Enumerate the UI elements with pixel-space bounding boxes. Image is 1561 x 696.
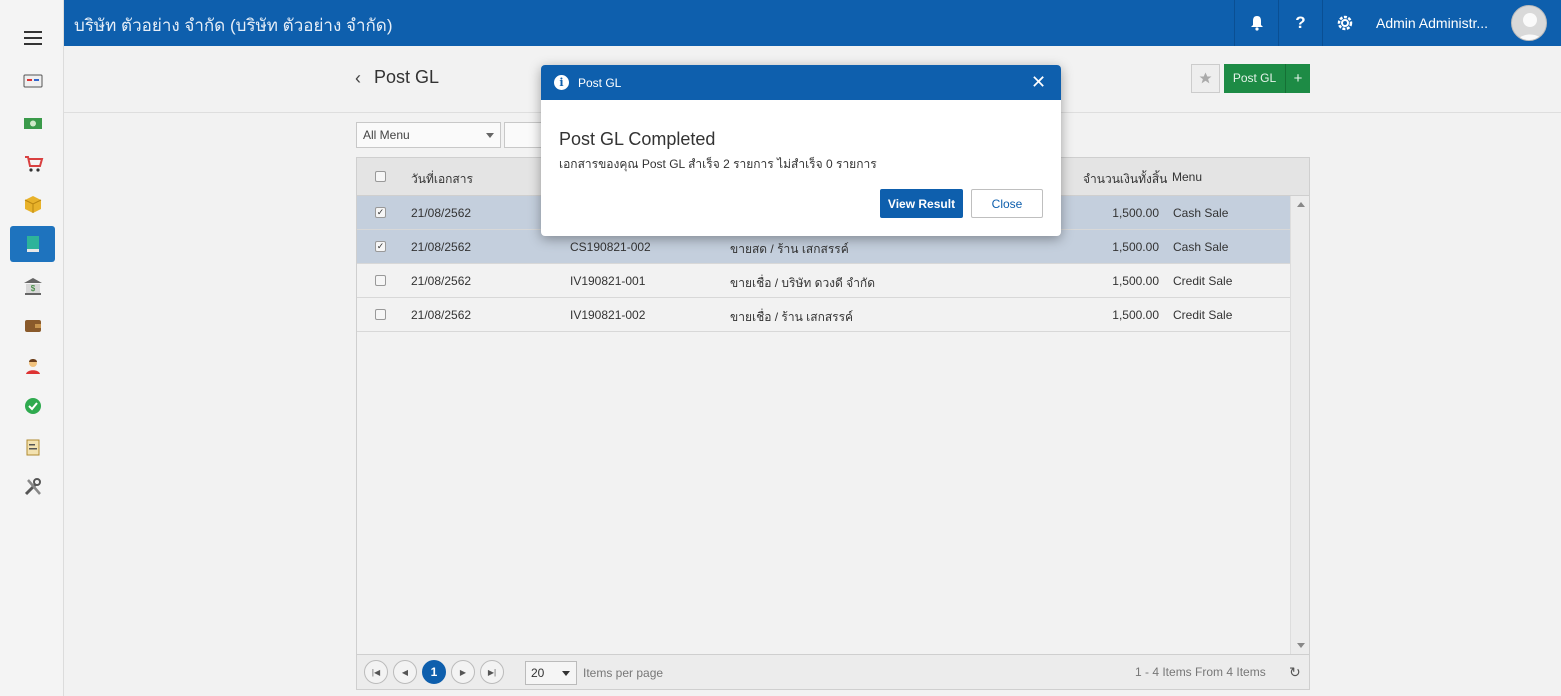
row-checkbox[interactable]: ✓: [375, 241, 386, 252]
wallet-icon[interactable]: [10, 307, 55, 343]
select-all-checkbox[interactable]: [375, 171, 386, 182]
post-gl-label: Post GL: [1224, 64, 1286, 93]
column-date[interactable]: วันที่เอกสาร: [411, 170, 473, 189]
row-checkbox[interactable]: [375, 309, 386, 320]
cell-date: 21/08/2562: [411, 240, 472, 254]
user-name[interactable]: Admin Administr...: [1376, 15, 1488, 31]
check-icon[interactable]: [10, 388, 55, 424]
modal-header: i Post GL ✕: [541, 65, 1061, 100]
cell-amount: 1,500.00: [1112, 206, 1159, 220]
person-icon[interactable]: [10, 348, 55, 384]
last-page-icon[interactable]: ▶|: [480, 660, 504, 684]
cell-menu: Credit Sale: [1173, 308, 1233, 322]
company-title: บริษัท ตัวอย่าง จำกัด (บริษัท ตัวอย่าง จ…: [74, 16, 393, 35]
page-size-select[interactable]: 20: [525, 661, 577, 685]
modal-heading: Post GL Completed: [559, 129, 716, 149]
chevron-down-icon: [562, 671, 570, 676]
settings-icon[interactable]: [1322, 0, 1366, 46]
page-button-current[interactable]: 1: [422, 660, 446, 684]
cell-doc-no: CS190821-002: [570, 240, 651, 254]
cell-date: 21/08/2562: [411, 206, 472, 220]
add-icon[interactable]: +: [1286, 70, 1310, 87]
avatar[interactable]: [1511, 5, 1547, 41]
cell-menu: Credit Sale: [1173, 274, 1233, 288]
scroll-up-icon[interactable]: [1297, 202, 1305, 207]
menu-filter-select[interactable]: All Menu: [356, 122, 501, 148]
cell-amount: 1,500.00: [1112, 240, 1159, 254]
help-icon[interactable]: ?: [1278, 0, 1322, 46]
view-result-button[interactable]: View Result: [880, 189, 963, 218]
favorite-star-button[interactable]: [1191, 64, 1220, 93]
sidebar: $: [0, 0, 64, 696]
cell-description: ขายสด / ร้าน เสกสรรค์: [730, 242, 849, 256]
prev-page-icon[interactable]: ◀: [393, 660, 417, 684]
cell-date: 21/08/2562: [411, 308, 472, 322]
report-icon[interactable]: [10, 429, 55, 465]
pager: |◀ ◀ 1 ▶ ▶| 20 Items per page 1 - 4 Item…: [357, 654, 1309, 689]
close-button[interactable]: Close: [971, 189, 1043, 218]
info-icon: i: [554, 75, 569, 90]
table-row[interactable]: 21/08/2562 IV190821-002 ขายเชื่อ / ร้าน …: [357, 298, 1290, 332]
post-gl-modal: i Post GL ✕ Post GL Completed เอกสารของค…: [541, 65, 1061, 236]
cell-description: ขายเชื่อ / ร้าน เสกสรรค์: [730, 310, 854, 324]
document-grid: วันที่เอกสาร จำนวนเงินทั้งสิ้น Menu ✓ 21…: [356, 157, 1310, 690]
post-gl-button[interactable]: Post GL +: [1224, 64, 1310, 93]
back-arrow-icon[interactable]: ‹: [355, 68, 361, 89]
pager-info: 1 - 4 Items From 4 Items: [1135, 665, 1266, 679]
page-size-value: 20: [531, 666, 545, 680]
vertical-scrollbar[interactable]: [1290, 196, 1309, 654]
next-page-icon[interactable]: ▶: [451, 660, 475, 684]
svg-text:$: $: [30, 284, 35, 293]
column-menu[interactable]: Menu: [1172, 170, 1202, 184]
cell-doc-no: IV190821-001: [570, 274, 646, 288]
cell-menu: Cash Sale: [1173, 206, 1229, 220]
top-header: บริษัท ตัวอย่าง จำกัด (บริษัท ตัวอย่าง จ…: [64, 0, 1561, 46]
items-per-page-label: Items per page: [583, 666, 664, 680]
cell-date: 21/08/2562: [411, 274, 472, 288]
cell-amount: 1,500.00: [1112, 274, 1159, 288]
page-title: Post GL: [374, 67, 440, 87]
cell-description: ขายเชื่อ / บริษัท ดวงดี จำกัด: [730, 276, 875, 290]
box-icon[interactable]: [10, 186, 55, 222]
cell-doc-no: IV190821-002: [570, 308, 646, 322]
modal-title: Post GL: [578, 76, 622, 90]
book-icon[interactable]: [10, 226, 55, 262]
card-icon[interactable]: [10, 63, 55, 99]
bank-icon[interactable]: $: [10, 268, 55, 304]
table-row[interactable]: 21/08/2562 IV190821-001 ขายเชื่อ / บริษั…: [357, 264, 1290, 298]
bell-icon[interactable]: [1234, 0, 1278, 46]
modal-message: เอกสารของคุณ Post GL สำเร็จ 2 รายการ ไม่…: [559, 157, 877, 171]
column-amount[interactable]: จำนวนเงินทั้งสิ้น: [1083, 170, 1167, 189]
first-page-icon[interactable]: |◀: [364, 660, 388, 684]
row-checkbox[interactable]: [375, 275, 386, 286]
refresh-icon[interactable]: ↻: [1289, 664, 1301, 681]
close-icon[interactable]: ✕: [1031, 73, 1046, 91]
cart-icon[interactable]: [10, 145, 55, 181]
cell-amount: 1,500.00: [1112, 308, 1159, 322]
hamburger-menu-icon[interactable]: [24, 31, 42, 45]
chevron-down-icon: [486, 133, 494, 138]
cell-menu: Cash Sale: [1173, 240, 1229, 254]
money-icon[interactable]: [10, 105, 55, 141]
tools-icon[interactable]: [10, 469, 55, 505]
scroll-down-icon[interactable]: [1297, 643, 1305, 648]
row-checkbox[interactable]: ✓: [375, 207, 386, 218]
menu-filter-value: All Menu: [363, 128, 410, 142]
